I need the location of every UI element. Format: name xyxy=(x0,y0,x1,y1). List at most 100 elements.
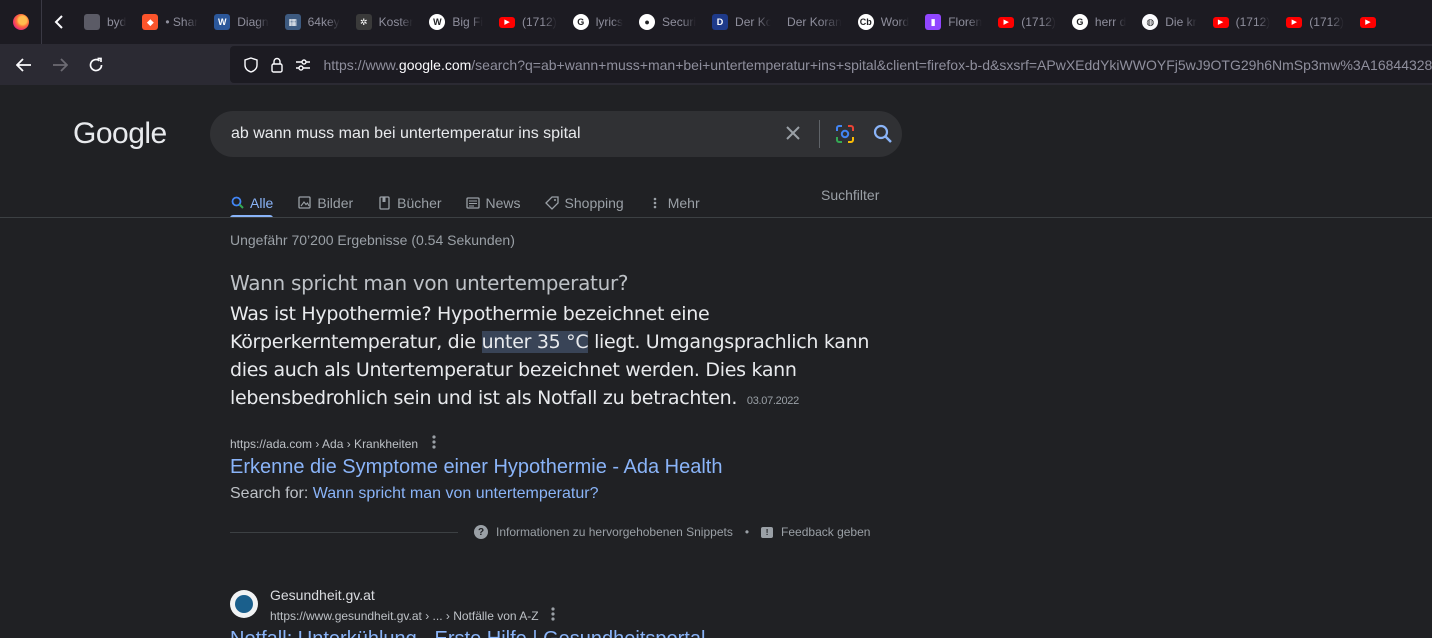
gear-icon: ✲ xyxy=(355,14,372,30)
url-text[interactable]: https://www.google.com/search?q=ab+wann+… xyxy=(323,57,1432,73)
forward-button[interactable] xyxy=(42,47,78,83)
image-thumbnail-icon: ▦ xyxy=(284,14,301,30)
tab-title: Koster xyxy=(378,15,414,29)
tab-strip: byd ◆ • Shar W Diagn ▦ 64key ✲ Koster W Big Fi ▶ (17… xyxy=(0,0,1432,44)
firefox-view-button[interactable] xyxy=(0,0,42,44)
site-favicon[interactable] xyxy=(230,590,258,618)
tab-title: Der Ko xyxy=(735,15,772,29)
more-options-button[interactable] xyxy=(550,607,555,624)
search-box[interactable]: ab wann muss man bei untertemperatur ins… xyxy=(210,111,902,157)
search-button[interactable] xyxy=(864,111,902,157)
feedback-label: Feedback geben xyxy=(781,525,871,539)
permissions-icon[interactable] xyxy=(290,58,316,72)
tab-title: Die kr xyxy=(1165,15,1197,29)
shield-icon[interactable] xyxy=(238,56,264,73)
browser-tab[interactable]: byd xyxy=(76,0,134,44)
divider-line xyxy=(230,531,458,533)
browser-tab[interactable]: ▶ (1712) xyxy=(491,0,565,44)
browser-tab[interactable]: W Big Fi xyxy=(421,0,491,44)
browser-tab[interactable]: ✲ Koster xyxy=(348,0,422,44)
tab-title: Der Koran xyxy=(787,15,842,29)
search-multicolor-icon xyxy=(230,196,244,210)
search-for-line: Search for: Wann spricht man von unterte… xyxy=(230,485,598,503)
lock-icon[interactable] xyxy=(264,57,290,73)
twitch-icon: ▮ xyxy=(925,14,942,30)
browser-tab[interactable]: ▶ (1712) xyxy=(1278,0,1352,44)
tab-news[interactable]: News xyxy=(465,178,521,218)
navigation-toolbar: https://www.google.com/search?q=ab+wann+… xyxy=(0,44,1432,85)
firefox-logo-icon xyxy=(12,14,29,30)
tab-title: Word xyxy=(880,15,910,29)
browser-tab[interactable]: ▦ 64key xyxy=(277,0,348,44)
tab-b-cher[interactable]: Bücher xyxy=(377,178,442,218)
tab-label: Mehr xyxy=(667,194,700,211)
more-options-button[interactable] xyxy=(432,435,436,452)
browser-tab[interactable]: Der Koran xyxy=(779,0,850,44)
browser-tab[interactable]: ● Securi xyxy=(631,0,704,44)
help-circle-icon: ? xyxy=(474,525,488,539)
answer-highlight: unter 35 °C xyxy=(481,331,589,353)
tab-title: (1712) xyxy=(1021,15,1056,29)
tab-title: (1712) xyxy=(1309,15,1344,29)
d-logo-icon: D xyxy=(712,14,729,30)
browser-tab[interactable]: ◍ Die kr xyxy=(1134,0,1204,44)
featured-snippet-answer: Was ist Hypothermie? Hypothermie bezeich… xyxy=(230,300,870,415)
result-title-link[interactable]: Notfall: Unterkühlung - Erste Hilfe | Ge… xyxy=(230,628,705,638)
url-prefix: https://www. xyxy=(323,56,399,73)
browser-tab[interactable]: W Diagn xyxy=(206,0,276,44)
header-divider xyxy=(0,217,1432,218)
browser-tab[interactable]: ◆ • Shar xyxy=(134,0,206,44)
tab-list: byd ◆ • Shar W Diagn ▦ 64key ✲ Koster W Big Fi ▶ (17… xyxy=(76,0,1384,44)
browser-tab[interactable]: Glyrics xyxy=(565,0,631,44)
book-icon xyxy=(377,195,391,210)
image-icon xyxy=(297,196,311,210)
search-icon xyxy=(873,124,892,143)
tab-shopping[interactable]: Shopping xyxy=(544,178,624,218)
github-icon: ● xyxy=(639,14,656,30)
tab-title: Floren xyxy=(948,15,983,29)
tab-label: Bilder xyxy=(317,194,354,211)
browser-tab[interactable]: ▶ (1712) xyxy=(990,0,1064,44)
google-logo[interactable]: Google xyxy=(73,117,167,151)
snippet-feedback-row: ? Informationen zu hervorgehobenen Snipp… xyxy=(230,523,882,541)
browser-tab[interactable]: D Der Ko xyxy=(704,0,779,44)
youtube-icon: ▶ xyxy=(998,16,1015,28)
feedback-icon: ! xyxy=(761,526,774,538)
google-lens-button[interactable] xyxy=(826,111,864,157)
feedback-link[interactable]: ! Feedback geben xyxy=(761,525,870,539)
google-icon: G xyxy=(572,14,589,30)
tab-bilder[interactable]: Bilder xyxy=(297,178,353,218)
tab-alle[interactable]: Alle xyxy=(230,178,274,218)
url-bar[interactable]: https://www.google.com/search?q=ab+wann+… xyxy=(230,46,1432,83)
reload-button[interactable] xyxy=(78,47,114,83)
browser-tab[interactable]: ▶ xyxy=(1352,0,1384,44)
browser-tab[interactable]: Gherr d xyxy=(1064,0,1134,44)
back-button[interactable] xyxy=(6,47,42,83)
tab-title: Big Fi xyxy=(452,15,484,29)
tag-icon xyxy=(544,195,559,210)
result-site-name[interactable]: Gesundheit.gv.at xyxy=(270,587,375,603)
tab-scroll-left-button[interactable] xyxy=(42,0,76,44)
camera-lens-icon xyxy=(836,125,854,143)
search-for-link[interactable]: Wann spricht man von untertemperatur? xyxy=(313,485,599,502)
tab-title: (1712) xyxy=(1235,15,1271,29)
search-filter-button[interactable]: Suchfilter xyxy=(821,187,879,203)
browser-tab[interactable]: ▮ Floren xyxy=(917,0,990,44)
search-input[interactable]: ab wann muss man bei untertemperatur ins… xyxy=(231,125,773,143)
tab-label: News xyxy=(485,194,521,211)
youtube-icon: ▶ xyxy=(1359,16,1376,28)
cite-text: https://www.gesundheit.gv.at › ... › Not… xyxy=(270,608,539,623)
tab-title: herr d xyxy=(1094,15,1127,29)
browser-tab[interactable]: ▶ (1712) xyxy=(1205,0,1279,44)
gesundheit-logo-icon xyxy=(235,595,253,613)
youtube-icon: ▶ xyxy=(499,16,516,28)
featured-result-title-link[interactable]: Erkenne die Symptome einer Hypothermie -… xyxy=(230,456,722,479)
search-divider xyxy=(819,120,820,148)
brave-lion-icon: ◆ xyxy=(142,14,159,30)
tab-title: lyrics xyxy=(595,15,624,29)
snippet-info-link[interactable]: ? Informationen zu hervorgehobenen Snipp… xyxy=(474,525,733,539)
tab-mehr[interactable]: Mehr xyxy=(648,178,700,218)
browser-tab[interactable]: Cb Word xyxy=(850,0,917,44)
clear-search-button[interactable] xyxy=(773,121,813,147)
news-icon xyxy=(465,196,480,210)
